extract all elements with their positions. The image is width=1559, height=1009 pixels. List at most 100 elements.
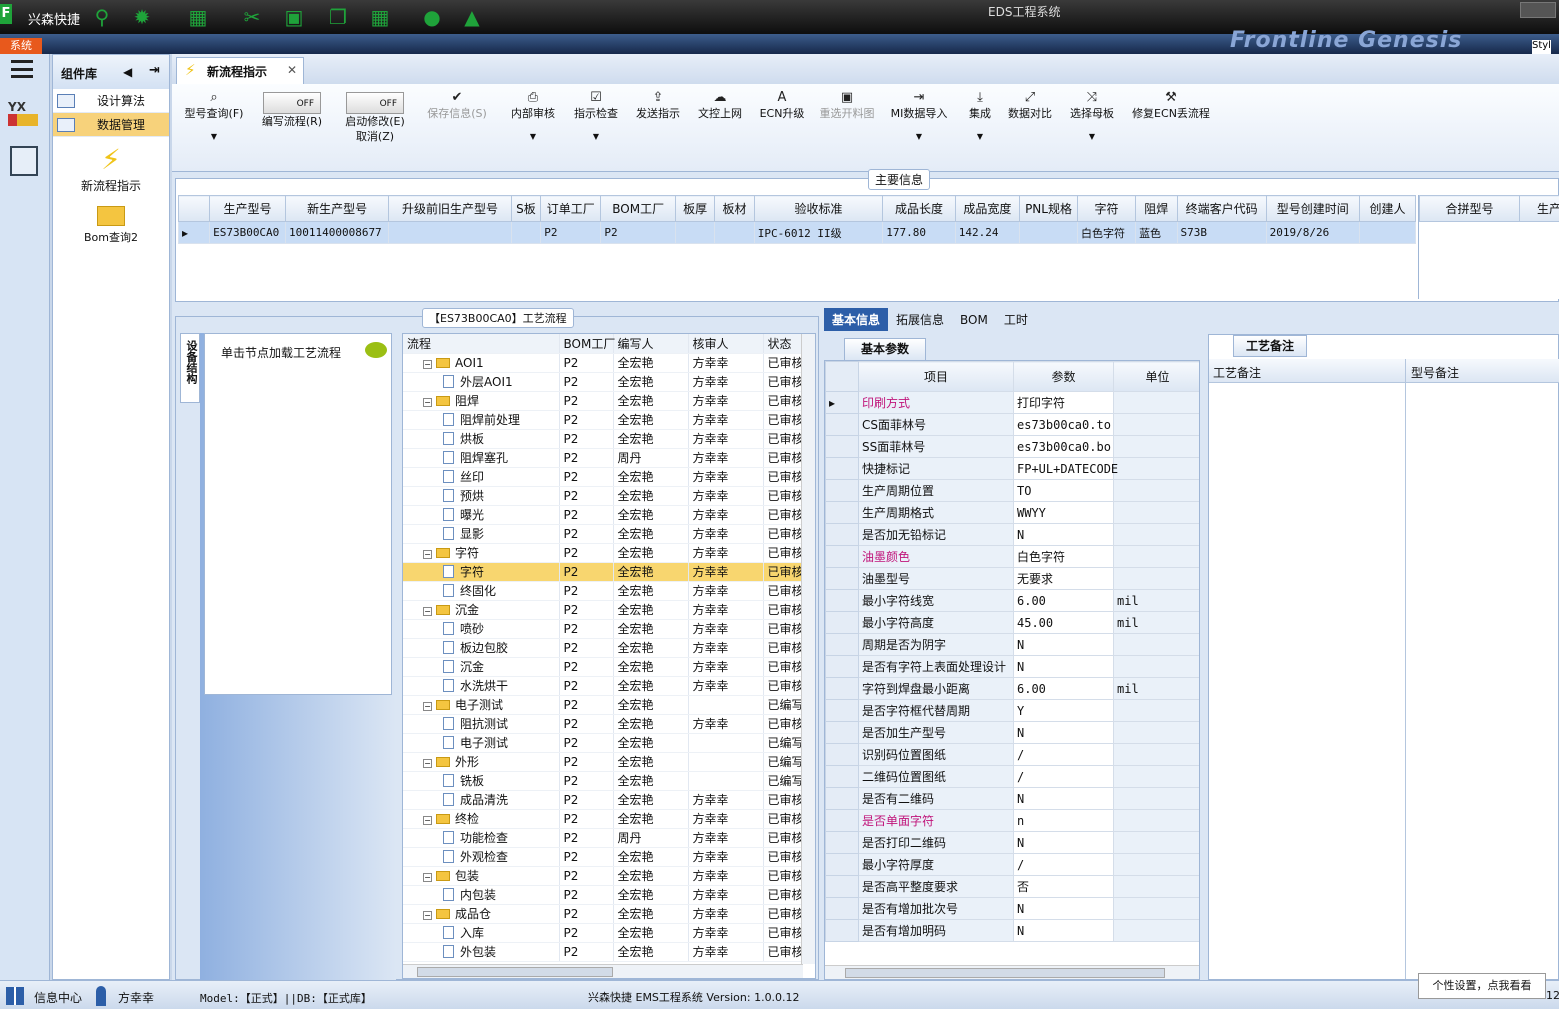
tree-node[interactable]: 喷砂: [403, 619, 560, 639]
ribbon-button-2[interactable]: OFF 启动修改(E) 取消(Z): [338, 92, 412, 144]
param-row[interactable]: 是否有增加明码 N: [825, 919, 1199, 942]
tree-row[interactable]: 终固化 P2 全宏艳 方幸幸 已审核: [403, 581, 804, 601]
side-tab-device-structure[interactable]: 设备结构: [180, 333, 200, 403]
param-row[interactable]: 最小字符高度 45.00 mil: [825, 611, 1199, 634]
tree-row[interactable]: − 沉金 P2 全宏艳 方幸幸 已审核: [403, 600, 804, 620]
param-value[interactable]: /: [1013, 765, 1114, 788]
film-icon[interactable]: ▣: [282, 5, 306, 29]
cancel-label[interactable]: 取消(Z): [356, 130, 394, 143]
param-value[interactable]: 否: [1013, 875, 1114, 898]
tree-node[interactable]: 终固化: [403, 581, 560, 601]
tree-node[interactable]: − 成品仓: [403, 904, 560, 924]
param-value[interactable]: /: [1013, 853, 1114, 876]
ribbon-button-12[interactable]: ⤢ 数据对比: [1004, 90, 1056, 121]
param-value[interactable]: N: [1013, 897, 1114, 920]
tree-row[interactable]: 阻焊前处理 P2 全宏艳 方幸幸 已审核: [403, 410, 804, 430]
tree-row[interactable]: 板边包胶 P2 全宏艳 方幸幸 已审核: [403, 638, 804, 658]
column-header[interactable]: 字符: [1077, 195, 1137, 222]
toggle-switch[interactable]: OFF: [346, 92, 404, 114]
detail-tab-3[interactable]: 工时: [996, 308, 1036, 331]
dropdown-arrow-icon[interactable]: ▼: [962, 129, 998, 144]
param-row[interactable]: 油墨型号 无要求: [825, 567, 1199, 590]
minimize-button[interactable]: [1520, 2, 1556, 18]
horizontal-scrollbar[interactable]: [825, 965, 1199, 979]
param-value[interactable]: 6.00: [1013, 677, 1114, 700]
param-row[interactable]: CS面菲林号 es73b00ca0.to: [825, 413, 1199, 436]
tree-row[interactable]: − 电子测试 P2 全宏艳 已编写: [403, 695, 804, 715]
column-header[interactable]: 成品宽度: [954, 195, 1021, 222]
collapse-icon[interactable]: −: [423, 607, 432, 616]
tree-row[interactable]: 烘板 P2 全宏艳 方幸幸 已审核: [403, 429, 804, 449]
param-value[interactable]: N: [1013, 655, 1114, 678]
param-row[interactable]: 是否加生产型号 N: [825, 721, 1199, 744]
table-icon[interactable]: ▦: [368, 5, 392, 29]
tree-row[interactable]: − 阻焊 P2 全宏艳 方幸幸 已审核: [403, 391, 804, 411]
param-row[interactable]: SS面菲林号 es73b00ca0.bo: [825, 435, 1199, 458]
tree-row[interactable]: 内包装 P2 全宏艳 方幸幸 已审核: [403, 885, 804, 905]
table-cell[interactable]: [1358, 221, 1416, 244]
param-row[interactable]: 是否字符框代替周期 Y: [825, 699, 1199, 722]
param-value[interactable]: 45.00: [1013, 611, 1114, 634]
param-value[interactable]: N: [1013, 919, 1114, 942]
param-row[interactable]: 是否有字符上表面处理设计 N: [825, 655, 1199, 678]
param-value[interactable]: 打印字符: [1013, 391, 1114, 414]
tree-row[interactable]: − 终检 P2 全宏艳 方幸幸 已审核: [403, 809, 804, 829]
tree-node[interactable]: 烘板: [403, 429, 560, 449]
tree-row[interactable]: 沉金 P2 全宏艳 方幸幸 已审核: [403, 657, 804, 677]
tree-row[interactable]: 曝光 P2 全宏艳 方幸幸 已审核: [403, 505, 804, 525]
param-row[interactable]: 最小字符线宽 6.00 mil: [825, 589, 1199, 612]
collapse-icon[interactable]: −: [423, 702, 432, 711]
ribbon-button-14[interactable]: ⚒ 修复ECN丢流程: [1130, 90, 1212, 121]
column-header[interactable]: 终端客户代码: [1176, 195, 1267, 222]
column-header[interactable]: 阻焊: [1135, 195, 1178, 222]
column-header[interactable]: 成品长度: [882, 195, 956, 222]
param-row[interactable]: 油墨颜色 白色字符: [825, 545, 1199, 568]
column-header[interactable]: 工艺备注: [1213, 364, 1261, 381]
param-row[interactable]: 生产周期格式 WWYY: [825, 501, 1199, 524]
param-row[interactable]: 快捷标记 FP+UL+DATECODE: [825, 457, 1199, 480]
column-header[interactable]: 创建人: [1358, 195, 1416, 222]
param-row[interactable]: 是否有增加批次号 N: [825, 897, 1199, 920]
ribbon-button-11[interactable]: ⤓ 集成 ▼: [962, 90, 998, 144]
table-cell[interactable]: P2: [600, 221, 676, 244]
arrow-left-icon[interactable]: ◀: [123, 65, 132, 79]
param-row[interactable]: 字符到焊盘最小距离 6.00 mil: [825, 677, 1199, 700]
info-center-label[interactable]: 信息中心: [34, 989, 82, 1006]
param-value[interactable]: N: [1013, 523, 1114, 546]
detail-tab-1[interactable]: 拓展信息: [888, 308, 952, 331]
ribbon-button-4[interactable]: ⎙ 内部审核 ▼: [506, 90, 560, 144]
table-cell[interactable]: 10011400008677: [284, 221, 390, 244]
toggle-switch[interactable]: OFF: [263, 92, 321, 114]
param-value[interactable]: 6.00: [1013, 589, 1114, 612]
ribbon-button-10[interactable]: ⇥ MI数据导入 ▼: [888, 90, 950, 144]
param-value[interactable]: N: [1013, 633, 1114, 656]
column-header[interactable]: 板厚: [674, 195, 716, 222]
table-cell[interactable]: [674, 221, 716, 244]
tree-row[interactable]: 字符 P2 全宏艳 方幸幸 已审核: [403, 562, 804, 582]
column-header[interactable]: 验收标准: [753, 195, 884, 222]
tree-node[interactable]: 字符: [403, 562, 560, 582]
column-header[interactable]: 合拼型号: [1419, 195, 1520, 222]
tree-row[interactable]: 外观检查 P2 全宏艳 方幸幸 已审核: [403, 847, 804, 867]
tree-node[interactable]: − 电子测试: [403, 695, 560, 715]
tile-bom-query[interactable]: Bom查询2: [53, 202, 169, 245]
ribbon-button-5[interactable]: ☑ 指示检查 ▼: [570, 90, 622, 144]
column-header[interactable]: 单位: [1113, 361, 1199, 392]
column-header[interactable]: BOM工厂: [600, 195, 676, 222]
param-row[interactable]: 生产周期位置 TO: [825, 479, 1199, 502]
table-row[interactable]: ▸ ES73B00CA0 10011400008677 P2 P2 IPC-6012 II…: [178, 221, 1416, 244]
column-header[interactable]: 编写人: [613, 334, 689, 354]
hamburger-menu-icon[interactable]: [11, 60, 33, 78]
param-value[interactable]: N: [1013, 831, 1114, 854]
param-row[interactable]: 是否加无铅标记 N: [825, 523, 1199, 546]
tree-row[interactable]: 阻焊塞孔 P2 周丹 方幸幸 已审核: [403, 448, 804, 468]
param-row[interactable]: 最小字符厚度 /: [825, 853, 1199, 876]
detail-tab-0[interactable]: 基本信息: [824, 308, 889, 331]
tree-node[interactable]: 阻焊前处理: [403, 410, 560, 430]
table-cell[interactable]: [510, 221, 542, 244]
tree-node[interactable]: 外层AOI1: [403, 372, 560, 392]
column-header[interactable]: 升级前旧生产型号: [388, 195, 512, 222]
tree-row[interactable]: 预烘 P2 全宏艳 方幸幸 已审核: [403, 486, 804, 506]
param-row[interactable]: ▸ 印刷方式 打印字符: [825, 391, 1199, 414]
tree-node[interactable]: − AOI1: [403, 353, 560, 373]
